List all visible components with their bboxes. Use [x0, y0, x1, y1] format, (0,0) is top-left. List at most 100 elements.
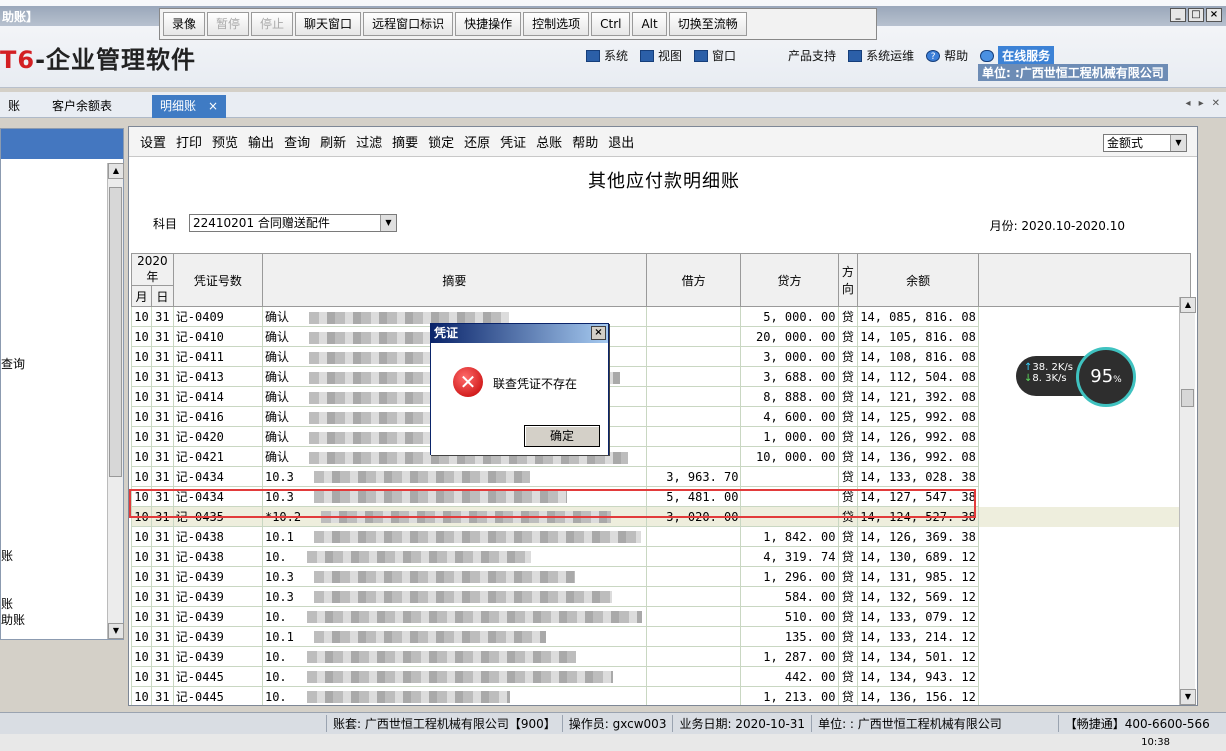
menu-product-support[interactable]: 产品支持 [788, 47, 836, 64]
ledger-scrollbar[interactable]: ▲ ▼ [1179, 297, 1196, 705]
report-title: 其他应付款明细账 [588, 171, 740, 192]
table-row[interactable]: 10 31 记-0439 10. 510. 00 贷 14, 133, 079. 12 [131, 606, 1191, 627]
menu-view[interactable]: 视图 [640, 47, 682, 64]
row-summary-text: 10. [264, 669, 287, 684]
tab-close-all-icon[interactable]: ✕ [1212, 98, 1220, 109]
table-row[interactable]: 10 31 记-0445 10. 442. 00 贷 14, 134, 943. 12 [131, 666, 1191, 687]
left-nav-item[interactable]: 查询 [1, 355, 25, 372]
row-day: 31 [150, 546, 174, 567]
amount-format-select[interactable]: 金额式 ▼ [1103, 134, 1187, 152]
scroll-thumb[interactable] [1181, 389, 1194, 407]
table-row[interactable]: 10 31 记-0445 10. 1, 213. 00 贷 14, 136, 156. 12 [131, 686, 1191, 705]
memory-gauge[interactable]: 95% [1076, 347, 1136, 407]
table-row[interactable]: 10 31 记-0439 10.3 1, 296. 00 贷 14, 131, 985. 1… [131, 566, 1191, 587]
redacted-text [306, 651, 576, 663]
row-balance-text: 14, 133, 214. 12 [860, 629, 976, 644]
remote-control-options-button[interactable]: 控制选项 [523, 12, 590, 36]
table-row[interactable]: 10 31 记-0420 确认 1, 000. 00 贷 14, 126, 992. 08 [131, 426, 1191, 447]
remote-window-id-button[interactable]: 远程窗口标识 [363, 12, 454, 36]
toolbar-exit[interactable]: 退出 [603, 132, 639, 151]
tab-customer-balance[interactable]: 客户余额表 [44, 95, 120, 118]
remote-smooth-button[interactable]: 切换至流畅 [668, 12, 747, 36]
table-row[interactable]: 10 31 记-0434 10.3 3, 963. 70 贷 14, 133, 028. 3… [131, 466, 1191, 487]
row-direction: 贷 [837, 686, 859, 705]
row-balance-text: 14, 085, 816. 08 [860, 309, 976, 324]
row-day-text: 31 [155, 629, 170, 644]
toolbar-export[interactable]: 输出 [243, 132, 279, 151]
table-row[interactable]: 10 31 记-0439 10.1 135. 00 贷 14, 133, 214. 12 [131, 626, 1191, 647]
table-row[interactable]: 10 31 记-0416 确认 4, 600. 00 贷 14, 125, 992. 08 [131, 406, 1191, 427]
menu-window[interactable]: 窗口 [694, 47, 736, 64]
toolbar-filter[interactable]: 过滤 [351, 132, 387, 151]
row-direction-text: 贷 [841, 370, 854, 384]
row-voucher: 记-0445 [172, 686, 263, 705]
left-nav-item[interactable]: 账 [1, 547, 13, 564]
tab-partial[interactable]: 账 [0, 95, 28, 118]
minimize-button[interactable]: _ [1170, 8, 1186, 22]
chat-icon [980, 49, 995, 62]
toolbar-summary[interactable]: 摘要 [387, 132, 423, 151]
row-debit [645, 426, 742, 447]
remote-record-button[interactable]: 录像 [163, 12, 206, 36]
ok-button[interactable]: 确定 [524, 425, 600, 447]
row-credit-text: 442. 00 [784, 669, 836, 684]
remote-ctrl-button[interactable]: Ctrl [591, 12, 631, 36]
toolbar-general-ledger[interactable]: 总账 [531, 132, 567, 151]
scroll-up-icon[interactable]: ▲ [108, 163, 124, 179]
row-debit [645, 546, 742, 567]
scroll-thumb[interactable] [109, 187, 122, 477]
tab-detail[interactable]: 明细账 × [152, 95, 227, 118]
table-row[interactable]: 10 31 记-0439 10. 1, 287. 00 贷 14, 134, 501. 12 [131, 646, 1191, 667]
toolbar-voucher[interactable]: 凭证 [495, 132, 531, 151]
toolbar-settings[interactable]: 设置 [135, 132, 171, 151]
close-window-button[interactable]: × [1206, 8, 1222, 22]
menu-ops[interactable]: 系统运维 [848, 47, 914, 64]
row-month-text: 10 [134, 389, 149, 404]
row-balance: 14, 131, 985. 12 [857, 566, 979, 587]
tab-prev-icon[interactable]: ◂ [1186, 98, 1191, 109]
remote-quick-ops-button[interactable]: 快捷操作 [455, 12, 522, 36]
menu-online-service[interactable]: 在线服务 [980, 46, 1055, 65]
toolbar-print[interactable]: 打印 [171, 132, 207, 151]
row-direction: 贷 [837, 446, 859, 467]
remote-pause-button[interactable]: 暂停 [207, 12, 250, 36]
scroll-up-icon[interactable]: ▲ [1180, 297, 1196, 313]
row-summary-text: 10.3 [264, 569, 294, 584]
menu-system[interactable]: 系统 [586, 47, 628, 64]
toolbar-help[interactable]: 帮助 [567, 132, 603, 151]
table-row[interactable]: 10 31 记-0421 确认 10, 000. 00 贷 14, 136, 992. 08 [131, 446, 1191, 467]
row-direction-text: 贷 [841, 390, 854, 404]
tab-close-icon[interactable]: × [208, 99, 218, 113]
toolbar-refresh[interactable]: 刷新 [315, 132, 351, 151]
remote-chat-button[interactable]: 聊天窗口 [295, 12, 362, 36]
left-nav-item[interactable]: 助账 [1, 611, 25, 628]
left-nav-item[interactable]: 账 [1, 595, 13, 612]
table-row[interactable]: 10 31 记-0410 确认 20, 000. 00 贷 14, 105, 816. 08 [131, 326, 1191, 347]
scroll-down-icon[interactable]: ▼ [108, 623, 124, 639]
table-row[interactable]: 10 31 记-0438 10. 4, 319. 74 贷 14, 130, 689. 12 [131, 546, 1191, 567]
toolbar-preview[interactable]: 预览 [207, 132, 243, 151]
redacted-text [313, 631, 546, 643]
toolbar-restore[interactable]: 还原 [459, 132, 495, 151]
dialog-close-button[interactable]: × [591, 326, 606, 340]
chevron-down-icon[interactable]: ▼ [380, 215, 396, 231]
row-credit: 510. 00 [740, 606, 839, 627]
chevron-down-icon[interactable]: ▼ [1170, 135, 1186, 151]
toolbar-query[interactable]: 查询 [279, 132, 315, 151]
left-nav-scrollbar[interactable]: ▲ ▼ [107, 163, 124, 639]
table-row[interactable]: 10 31 记-0439 10.3 584. 00 贷 14, 132, 569. 12 [131, 586, 1191, 607]
remote-stop-button[interactable]: 停止 [251, 12, 294, 36]
gauge-percent: 95 [1090, 366, 1114, 387]
toolbar-lock[interactable]: 锁定 [423, 132, 459, 151]
tab-next-icon[interactable]: ▸ [1199, 98, 1204, 109]
table-row[interactable]: 10 31 记-0409 确认 5, 000. 00 贷 14, 085, 816. 08 [131, 306, 1191, 327]
row-balance-text: 14, 133, 079. 12 [860, 609, 976, 624]
remote-alt-button[interactable]: Alt [632, 12, 667, 36]
redacted-text [306, 551, 531, 563]
scroll-down-icon[interactable]: ▼ [1180, 689, 1196, 705]
maximize-button[interactable]: □ [1188, 8, 1204, 22]
table-row[interactable]: 10 31 记-0438 10.1 1, 842. 00 贷 14, 126, 369. 3… [131, 526, 1191, 547]
row-spacer [978, 427, 1190, 447]
menu-help[interactable]: ? 帮助 [926, 47, 968, 64]
subject-select[interactable]: 22410201 合同赠送配件 ▼ [189, 214, 397, 232]
